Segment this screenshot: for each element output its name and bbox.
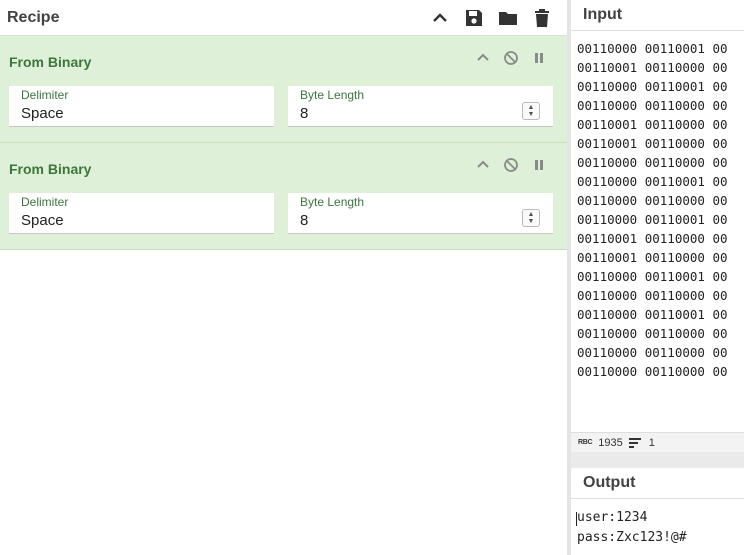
byte-length-stepper[interactable]: ▲ ▼: [522, 209, 540, 227]
line-count: 1: [648, 436, 655, 449]
stepper-up-icon[interactable]: ▲: [528, 104, 535, 111]
io-resize-handle[interactable]: [571, 452, 744, 468]
recipe-toolbar: [429, 7, 553, 29]
input-textarea[interactable]: 00110000 00110001 00 00110001 00110000 00…: [577, 39, 728, 381]
byte-length-value: 8: [300, 212, 309, 229]
byte-length-stepper[interactable]: ▲ ▼: [522, 102, 540, 120]
output-textarea[interactable]: user:1234 pass:Zxc123!@#: [577, 508, 687, 548]
delimiter-field[interactable]: Delimiter Space: [9, 86, 274, 127]
delimiter-field[interactable]: Delimiter Space: [9, 193, 274, 234]
pause-icon[interactable]: [531, 157, 547, 173]
input-line: 00110000 00110000 00: [577, 98, 728, 113]
stepper-up-icon[interactable]: ▲: [528, 211, 535, 218]
operation-controls: [475, 50, 547, 66]
input-panel: Input 00110000 00110001 00 00110001 00110…: [571, 0, 744, 452]
input-line: 00110000 00110000 00: [577, 155, 728, 170]
byte-length-value: 8: [300, 105, 309, 122]
operation-from-binary[interactable]: From Binary Delimiter Space Byte Length …: [0, 36, 567, 143]
line-count-icon: [628, 437, 641, 448]
input-line: 00110001 00110000 00: [577, 231, 728, 246]
input-line: 00110000 00110000 00: [577, 193, 728, 208]
chevron-up-icon[interactable]: [475, 157, 491, 173]
save-icon[interactable]: [463, 7, 485, 29]
input-line: 00110000 00110001 00: [577, 41, 728, 56]
input-line: 00110000 00110001 00: [577, 307, 728, 322]
char-count-icon: RBC: [578, 439, 593, 446]
operation-controls: [475, 157, 547, 173]
trash-icon[interactable]: [531, 7, 553, 29]
input-line: 00110001 00110000 00: [577, 250, 728, 265]
byte-length-field[interactable]: Byte Length 8 ▲ ▼: [288, 193, 553, 234]
output-line: pass:Zxc123!@#: [577, 530, 687, 545]
input-line: 00110001 00110000 00: [577, 117, 728, 132]
input-line: 00110000 00110001 00: [577, 174, 728, 189]
disable-icon[interactable]: [503, 50, 519, 66]
output-title: Output: [583, 474, 636, 491]
delimiter-label: Delimiter: [21, 195, 69, 209]
recipe-header: Recipe: [0, 0, 567, 36]
chevron-up-icon[interactable]: [475, 50, 491, 66]
output-header: Output: [571, 468, 744, 499]
chevron-up-icon[interactable]: [429, 7, 451, 29]
input-line: 00110001 00110000 00: [577, 60, 728, 75]
stepper-down-icon[interactable]: ▼: [528, 111, 535, 118]
byte-length-field[interactable]: Byte Length 8 ▲ ▼: [288, 86, 553, 127]
recipe-title: Recipe: [7, 8, 60, 26]
input-line: 00110000 00110001 00: [577, 269, 728, 284]
input-line: 00110000 00110000 00: [577, 345, 728, 360]
input-line: 00110001 00110000 00: [577, 136, 728, 151]
input-header: Input: [571, 0, 744, 31]
delimiter-value: Space: [21, 105, 64, 122]
operation-name: From Binary: [9, 161, 92, 177]
output-line: user:1234: [577, 510, 648, 525]
input-line: 00110000 00110000 00: [577, 364, 728, 379]
char-count: 1935: [598, 436, 623, 449]
output-panel: Output user:1234 pass:Zxc123!@#: [571, 468, 744, 555]
byte-length-label: Byte Length: [300, 88, 365, 102]
operation-from-binary[interactable]: From Binary Delimiter Space Byte Length …: [0, 143, 567, 250]
input-line: 00110000 00110000 00: [577, 288, 728, 303]
input-status-bar: RBC 1935 1: [571, 432, 744, 452]
delimiter-value: Space: [21, 212, 64, 229]
recipe-panel: Recipe From Binary Delimiter Space Byte …: [0, 0, 567, 555]
input-line: 00110000 00110001 00: [577, 79, 728, 94]
operation-name: From Binary: [9, 54, 92, 70]
input-line: 00110000 00110000 00: [577, 326, 728, 341]
delimiter-label: Delimiter: [21, 88, 69, 102]
byte-length-label: Byte Length: [300, 195, 365, 209]
input-title: Input: [583, 6, 623, 23]
stepper-down-icon[interactable]: ▼: [528, 218, 535, 225]
folder-icon[interactable]: [497, 7, 519, 29]
pause-icon[interactable]: [531, 50, 547, 66]
disable-icon[interactable]: [503, 157, 519, 173]
input-line: 00110000 00110001 00: [577, 212, 728, 227]
